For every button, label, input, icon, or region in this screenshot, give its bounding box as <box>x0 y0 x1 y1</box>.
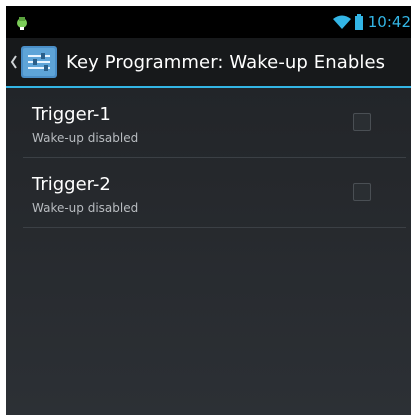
status-time: 10:42 <box>367 13 411 31</box>
wifi-icon <box>332 15 351 29</box>
app-settings-icon[interactable] <box>21 44 57 80</box>
page-title: Key Programmer: Wake-up Enables <box>66 51 386 73</box>
item-title: Trigger-1 <box>32 104 111 125</box>
item-summary: Wake-up disabled <box>32 131 139 145</box>
preference-list: Trigger-1 Wake-up disabled Trigger-2 Wak… <box>6 88 411 228</box>
wakeup-checkbox[interactable] <box>353 113 371 131</box>
list-item-trigger-1[interactable]: Trigger-1 Wake-up disabled <box>6 88 411 158</box>
battery-icon <box>354 14 363 30</box>
divider <box>23 227 406 228</box>
list-item-trigger-2[interactable]: Trigger-2 Wake-up disabled <box>6 158 411 228</box>
screen: 10:42 Key Programmer: Wake-up Enables Tr… <box>6 6 411 415</box>
android-notification-icon <box>17 17 27 30</box>
status-bar: 10:42 <box>6 6 411 38</box>
action-bar: Key Programmer: Wake-up Enables <box>6 38 411 88</box>
status-right: 10:42 <box>332 6 411 38</box>
item-summary: Wake-up disabled <box>32 201 139 215</box>
wakeup-checkbox[interactable] <box>353 183 371 201</box>
up-caret-icon[interactable] <box>10 55 18 69</box>
item-title: Trigger-2 <box>32 174 111 195</box>
